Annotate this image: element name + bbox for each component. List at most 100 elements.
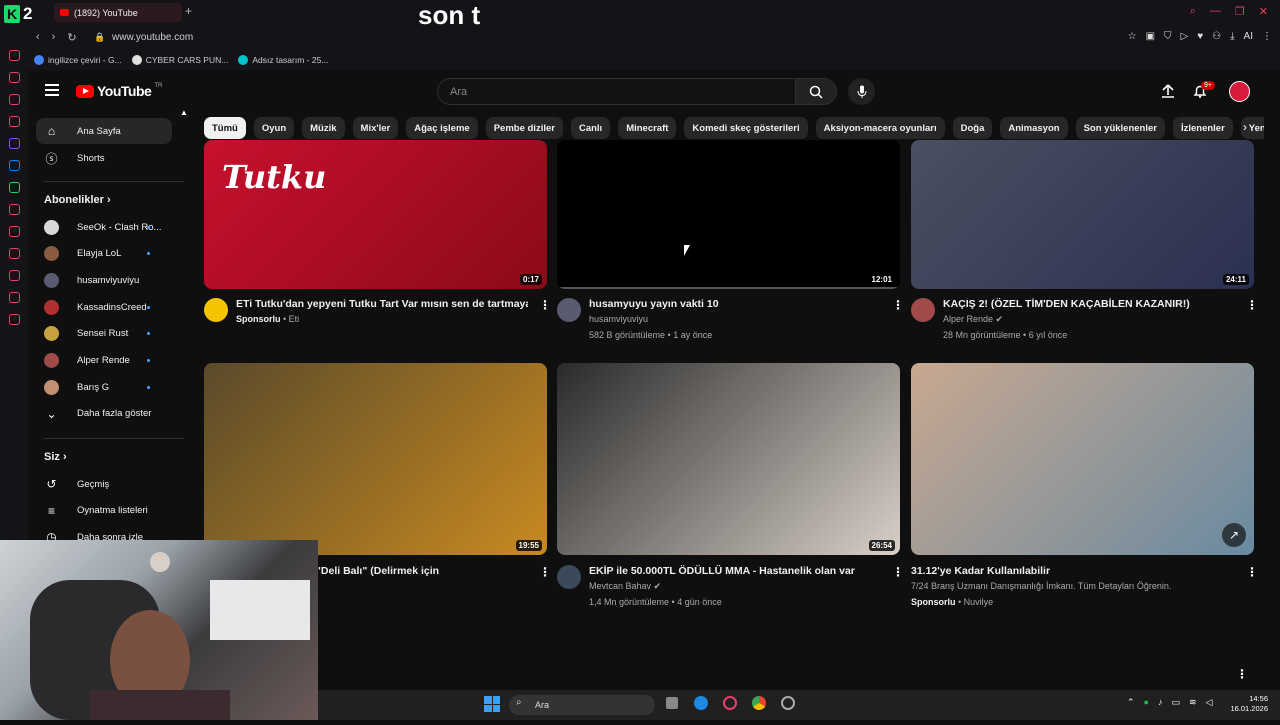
browser-sidebar-app-icon[interactable]: [8, 182, 20, 193]
channel-avatar[interactable]: [557, 298, 581, 322]
wifi-icon[interactable]: ≋: [1189, 697, 1197, 708]
more-icon[interactable]: ⋮: [1262, 31, 1272, 42]
filter-chip[interactable]: Animasyon: [1000, 117, 1068, 139]
sidebar-item-home[interactable]: ⌂ Ana Sayfa: [36, 118, 172, 144]
windows-start-icon[interactable]: [484, 696, 500, 712]
bookmark-item[interactable]: Adsız tasarım - 25...: [238, 55, 328, 65]
search-button[interactable]: [795, 78, 837, 105]
browser-sidebar-app-icon[interactable]: [8, 270, 20, 281]
filter-chip[interactable]: Komedi skeç gösterileri: [684, 117, 808, 139]
spotify-icon[interactable]: ●: [1144, 697, 1149, 708]
hamburger-menu-icon[interactable]: [45, 84, 59, 96]
filter-chip[interactable]: Tümü: [204, 117, 246, 139]
channel-avatar[interactable]: [911, 298, 935, 322]
video-thumbnail[interactable]: 24:11: [911, 140, 1254, 289]
sidebar-subscription[interactable]: husamviyuviyu: [36, 267, 172, 293]
chrome-icon[interactable]: [752, 696, 766, 710]
channel-name[interactable]: Alper Rende: [943, 314, 993, 324]
page-more-icon[interactable]: ⋮: [1236, 667, 1248, 681]
video-menu-icon[interactable]: ⋮: [892, 565, 904, 579]
browser-sidebar-app-icon[interactable]: [8, 72, 20, 83]
youtube-logo[interactable]: YouTube TR: [76, 83, 162, 99]
forward-icon[interactable]: ›: [52, 31, 56, 44]
filter-chip[interactable]: Minecraft: [618, 117, 677, 139]
opera-icon[interactable]: [723, 696, 737, 710]
you-header[interactable]: Siz ›: [44, 451, 67, 463]
filter-chip[interactable]: Doğa: [952, 117, 993, 139]
filter-chip[interactable]: Pembe diziler: [485, 117, 563, 139]
channel-avatar[interactable]: [204, 298, 228, 322]
filter-chip[interactable]: Oyun: [253, 117, 295, 139]
upload-icon[interactable]: [1160, 83, 1176, 99]
browser-sidebar-app-icon[interactable]: [8, 94, 20, 105]
sidebar-subscription[interactable]: KassadinsCreed: [36, 294, 172, 320]
video-thumbnail[interactable]: 26:54: [557, 363, 900, 555]
display-icon[interactable]: ▭: [1171, 697, 1180, 708]
video-menu-icon[interactable]: ⋮: [892, 298, 904, 312]
taskbar-clock[interactable]: 14:56 16.01.2026: [1228, 694, 1268, 714]
browser-sidebar-app-icon[interactable]: [8, 314, 20, 325]
browser-tab-youtube[interactable]: (1892) YouTube: [54, 3, 182, 22]
browser-sidebar-app-icon[interactable]: [8, 116, 20, 127]
download-icon[interactable]: ⤓: [1230, 31, 1234, 42]
video-thumbnail[interactable]: Tutku 0:17: [204, 140, 547, 289]
mic-tray-icon[interactable]: ♪: [1158, 697, 1163, 708]
video-title[interactable]: KAÇIŞ 2! (ÖZEL TİM'DEN KAÇABİLEN KAZANIR…: [943, 298, 1235, 310]
sidebar-scroll-up-icon[interactable]: ▲: [180, 108, 188, 117]
video-title[interactable]: 31.12'ye Kadar Kullanılabilir: [911, 565, 1231, 577]
sidebar-subscription[interactable]: SeeOk - Clash Ro...: [36, 214, 172, 240]
volume-icon[interactable]: ◁: [1206, 697, 1213, 708]
bookmark-icon[interactable]: ☆: [1128, 31, 1137, 42]
video-title[interactable]: EKİP ile 50.000TL ÖDÜLLÜ MMA - Hastaneli…: [589, 565, 881, 577]
browser-sidebar-app-icon[interactable]: [8, 226, 20, 237]
sidebar-subscription[interactable]: Elayja LoL: [36, 241, 172, 267]
video-title[interactable]: husamyuyu yayın vakti 10: [589, 298, 881, 310]
app-icon[interactable]: [781, 696, 795, 710]
voice-search-button[interactable]: [848, 78, 875, 105]
url-field[interactable]: www.youtube.com: [112, 32, 193, 43]
browser-sidebar-app-icon[interactable]: [8, 50, 20, 61]
close-icon[interactable]: ✕: [1259, 5, 1268, 18]
play-icon[interactable]: ▷: [1181, 31, 1189, 42]
file-explorer-icon[interactable]: [666, 697, 678, 709]
video-menu-icon[interactable]: ⋮: [539, 298, 551, 312]
lock-icon[interactable]: 🔒: [94, 32, 105, 43]
browser-sidebar-app-icon[interactable]: [8, 138, 20, 149]
video-thumbnail[interactable]: 19:55: [204, 363, 547, 555]
video-thumbnail[interactable]: 12:01: [557, 140, 900, 289]
search-tab-icon[interactable]: ⌕: [1190, 5, 1196, 18]
filter-chip[interactable]: Canlı: [570, 117, 611, 139]
screenshot-icon[interactable]: ▣: [1146, 31, 1155, 42]
sidebar-item-history[interactable]: ↺ Geçmiş: [36, 471, 172, 497]
filter-chip[interactable]: Aksiyon-macera oyunları: [815, 117, 945, 139]
sidebar-subscription[interactable]: Sensei Rust: [36, 321, 172, 347]
bookmark-item[interactable]: CYBER CARS PUN...: [131, 55, 228, 65]
filter-chip[interactable]: Müzik: [302, 117, 345, 139]
new-tab-button[interactable]: +: [185, 4, 199, 20]
filter-chip[interactable]: İzlenenler: [1172, 117, 1233, 139]
back-icon[interactable]: ‹: [36, 31, 40, 44]
video-menu-icon[interactable]: ⋮: [1246, 565, 1258, 579]
video-menu-icon[interactable]: ⋮: [1246, 298, 1258, 312]
minimize-icon[interactable]: —: [1210, 5, 1221, 18]
sidebar-subscription[interactable]: Alper Rende: [36, 348, 172, 374]
account-avatar[interactable]: [1229, 81, 1250, 102]
channel-name[interactable]: Nuvilye: [964, 597, 994, 607]
bookmark-item[interactable]: ingilizce çeviri - G...: [34, 55, 122, 65]
shield-icon[interactable]: ⛉: [1164, 31, 1172, 42]
browser-sidebar-app-icon[interactable]: [8, 248, 20, 259]
channel-name[interactable]: Mevtcan Bahav: [589, 581, 651, 591]
filter-chip[interactable]: Ağaç işleme: [406, 117, 478, 139]
video-title[interactable]: ETi Tutku'dan yepyeni Tutku Tart Var mıs…: [236, 298, 528, 310]
show-more-button[interactable]: ⌄ Daha fazla göster: [36, 401, 172, 427]
account-icon[interactable]: ⚇: [1212, 31, 1221, 42]
tray-expand-icon[interactable]: ⌃: [1127, 697, 1135, 708]
ai-button[interactable]: AI: [1244, 31, 1253, 42]
external-link-icon[interactable]: ↗: [1222, 523, 1246, 547]
filter-chip[interactable]: Mix'ler: [352, 117, 399, 139]
browser-sidebar-app-icon[interactable]: [8, 204, 20, 215]
channel-name[interactable]: husamviyuviyu: [589, 314, 648, 324]
sidebar-item-shorts[interactable]: ⓢ Shorts: [36, 145, 172, 171]
sidebar-subscription[interactable]: Barış G: [36, 374, 172, 400]
channel-avatar[interactable]: [557, 565, 581, 589]
